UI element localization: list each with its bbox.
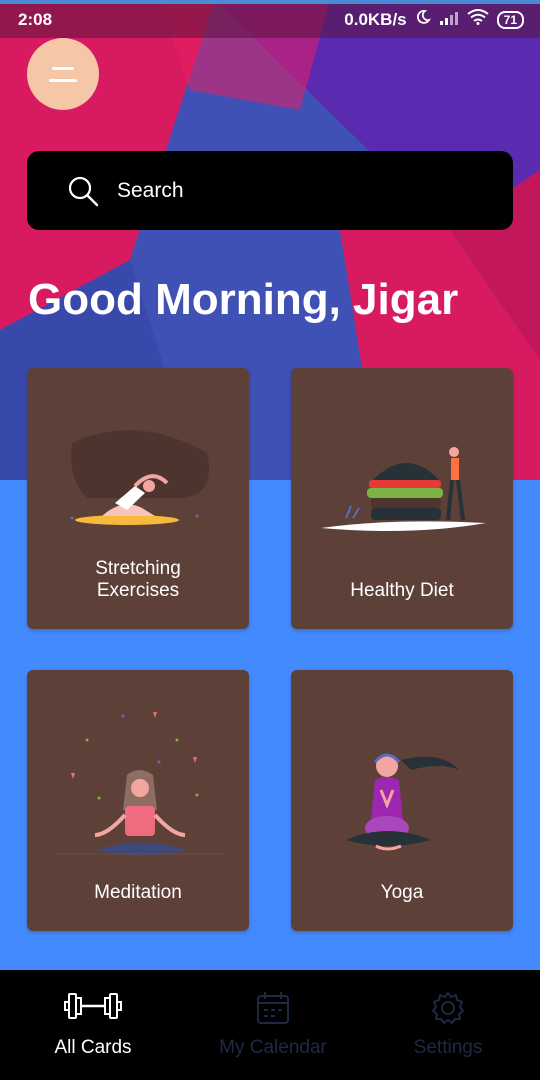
network-speed: 0.0KB/s <box>344 9 407 29</box>
meditation-illustration <box>57 712 222 856</box>
search-input[interactable] <box>117 178 477 203</box>
dumbbell-icon <box>64 993 122 1019</box>
status-right: 0.0KB/s 71 <box>344 9 524 30</box>
status-bar-accent <box>0 0 540 4</box>
card-stretching-exercises[interactable]: Stretching Exercises <box>27 368 249 629</box>
nav-label: All Cards <box>54 1037 132 1058</box>
card-label: Meditation <box>94 882 182 903</box>
yoga-illustration <box>346 753 459 851</box>
search-bar[interactable] <box>27 151 513 230</box>
card-label: Stretching Exercises <box>27 558 249 602</box>
moon-icon <box>415 9 431 30</box>
status-time: 2:08 <box>18 10 53 29</box>
nav-label: Settings <box>413 1037 483 1058</box>
card-healthy-diet[interactable]: Healthy Diet <box>291 368 513 629</box>
nav-settings[interactable]: Settings <box>358 970 538 1080</box>
wifi-icon <box>467 9 489 30</box>
card-label: Healthy Diet <box>350 580 454 601</box>
healthy-diet-illustration <box>321 447 486 532</box>
card-yoga[interactable]: Yoga <box>291 670 513 931</box>
bottom-navigation: All Cards My Calendar Settings <box>0 970 540 1080</box>
menu-icon-line <box>52 66 74 70</box>
nav-label: My Calendar <box>219 1037 327 1058</box>
calendar-icon <box>257 992 289 1024</box>
card-label-line: Stretching <box>95 558 181 579</box>
battery-icon: 71 <box>496 10 524 29</box>
stretching-illustration <box>70 430 209 525</box>
nav-all-cards[interactable]: All Cards <box>3 970 183 1080</box>
card-label: Yoga <box>380 882 424 903</box>
greeting-title: Good Morning, Jigar <box>28 275 459 324</box>
gear-icon <box>432 992 464 1024</box>
status-bar: 2:08 0.0KB/s 71 <box>0 0 540 38</box>
search-icon <box>68 176 99 206</box>
card-meditation[interactable]: Meditation <box>27 670 249 931</box>
signal-icon <box>439 10 459 30</box>
nav-my-calendar[interactable]: My Calendar <box>183 970 363 1080</box>
menu-button[interactable] <box>27 38 99 110</box>
menu-icon-line <box>49 78 77 82</box>
card-label-line: Exercises <box>96 580 180 601</box>
